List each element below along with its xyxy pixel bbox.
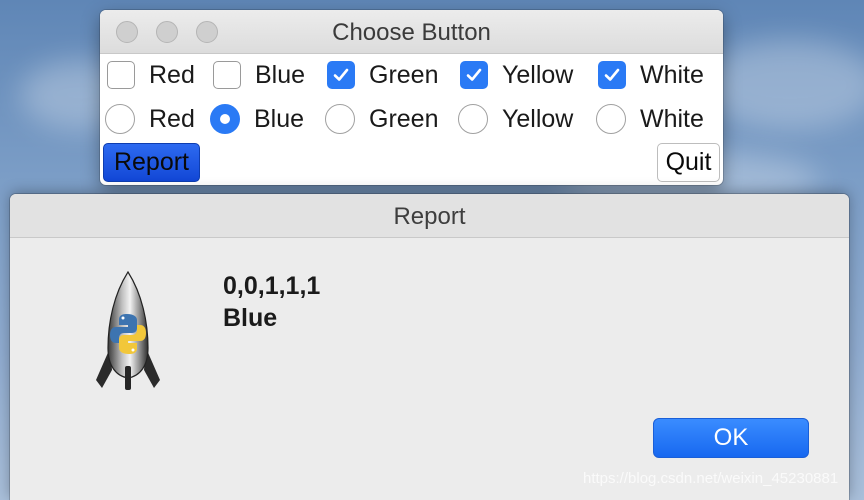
- checkbox-yellow[interactable]: Yellow: [460, 55, 573, 95]
- radio-label: Yellow: [502, 104, 574, 133]
- radio-label: Blue: [254, 104, 305, 133]
- radio-button[interactable]: [210, 104, 240, 134]
- checkbox-row: Red Blue Green Yellow White: [100, 55, 723, 95]
- radio-button[interactable]: [458, 104, 488, 134]
- checkmark-icon: [604, 68, 620, 81]
- quit-button[interactable]: Quit: [657, 143, 720, 182]
- choose-button-window: Choose Button Red Blue Green Yellow Whit…: [100, 10, 723, 185]
- checkbox-green[interactable]: Green: [327, 55, 438, 95]
- radio-blue[interactable]: Blue: [210, 99, 304, 139]
- checkbox-label: Yellow: [502, 60, 574, 89]
- dialog-title: Report: [393, 203, 466, 230]
- radio-label: White: [640, 104, 704, 133]
- radio-label: Green: [369, 104, 439, 133]
- checkmark-icon: [466, 68, 482, 81]
- checkbox-blue[interactable]: Blue: [213, 55, 305, 95]
- checkbox-label: Green: [369, 60, 439, 89]
- radio-label: Red: [149, 104, 195, 133]
- checkbox-box[interactable]: [107, 61, 135, 89]
- window-title: Choose Button: [332, 19, 491, 46]
- checkbox-box[interactable]: [213, 61, 241, 89]
- checkbox-label: Blue: [255, 60, 306, 89]
- radio-button[interactable]: [325, 104, 355, 134]
- checkbox-box[interactable]: [327, 61, 355, 89]
- radio-button[interactable]: [105, 104, 135, 134]
- radio-red[interactable]: Red: [105, 99, 195, 139]
- ok-button[interactable]: OK: [653, 418, 809, 458]
- radio-yellow[interactable]: Yellow: [458, 99, 573, 139]
- dialog-title-bar: Report: [10, 194, 849, 238]
- radio-button[interactable]: [596, 104, 626, 134]
- radio-row: Red Blue Green Yellow White: [100, 99, 723, 139]
- checkbox-red[interactable]: Red: [107, 55, 195, 95]
- python-rocket-icon: [92, 270, 164, 399]
- watermark: https://blog.csdn.net/weixin_45230881: [583, 470, 839, 487]
- title-bar: Choose Button: [100, 10, 723, 54]
- report-values: 0,0,1,1,1: [223, 272, 321, 300]
- report-dialog: Report 0,0,1,1,1 Blue OK: [10, 194, 849, 500]
- checkbox-label: White: [640, 60, 704, 89]
- radio-white[interactable]: White: [596, 99, 704, 139]
- checkbox-white[interactable]: White: [598, 55, 704, 95]
- report-button[interactable]: Report: [103, 143, 200, 182]
- checkmark-icon: [333, 68, 349, 81]
- radio-green[interactable]: Green: [325, 99, 438, 139]
- checkbox-box[interactable]: [460, 61, 488, 89]
- checkbox-label: Red: [149, 60, 195, 89]
- report-selected-color: Blue: [223, 304, 278, 332]
- checkbox-box[interactable]: [598, 61, 626, 89]
